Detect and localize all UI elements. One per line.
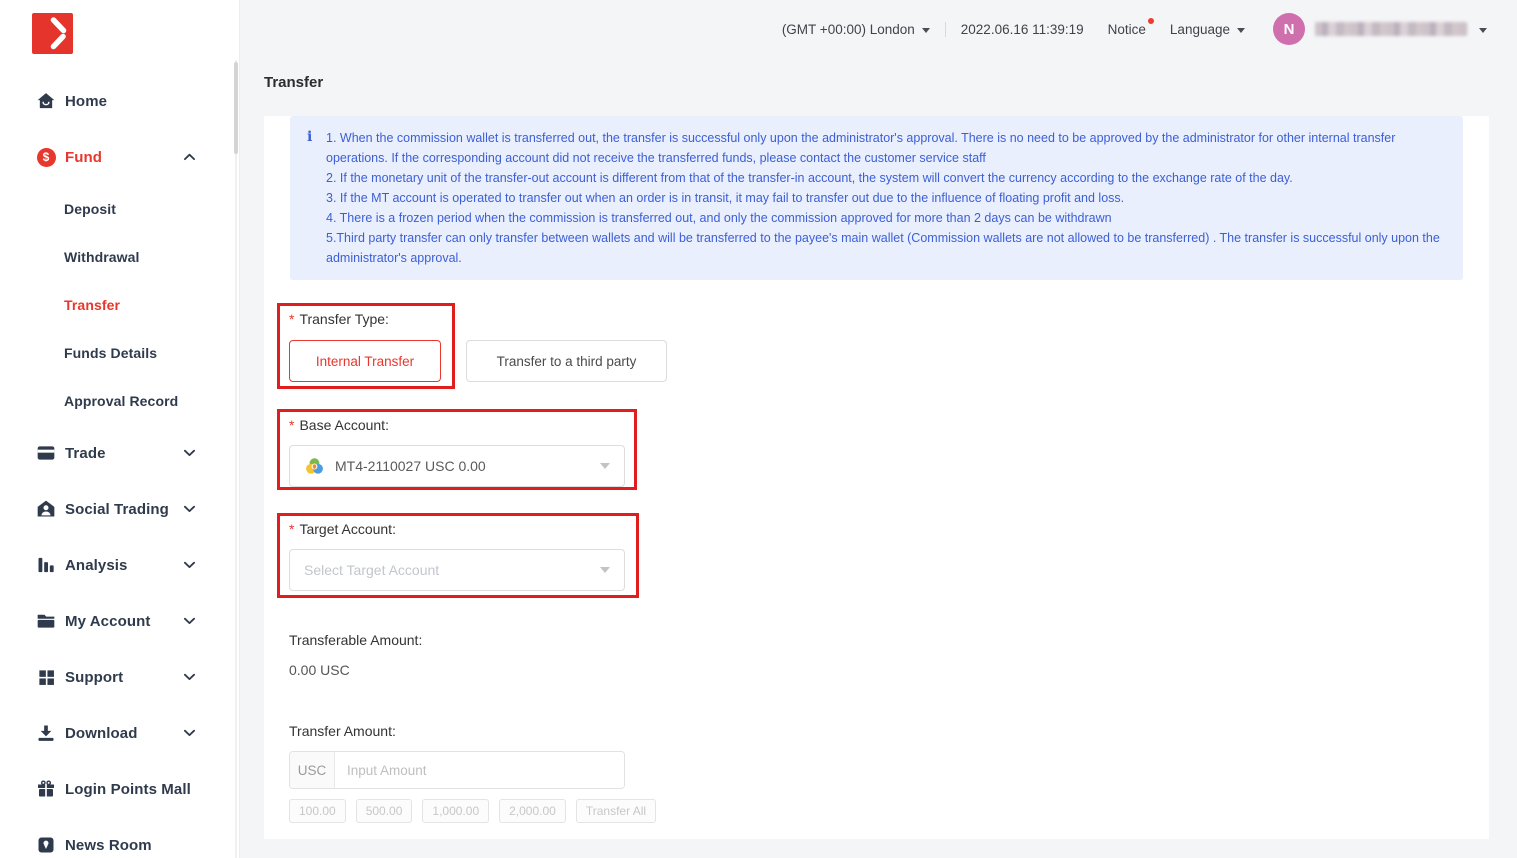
target-account-section: *Target Account: Select Target Account	[289, 521, 625, 591]
mt4-icon	[304, 456, 325, 477]
transfer-amount-label: Transfer Amount:	[289, 723, 656, 739]
notice-button[interactable]: Notice	[1108, 22, 1146, 37]
transfer-amount-section: Transfer Amount: USC 100.00 500.00 1,000…	[289, 723, 656, 823]
chevron-down-icon	[1479, 28, 1487, 33]
trade-icon	[36, 443, 56, 463]
sidebar-item-home[interactable]: Home	[0, 73, 239, 129]
chevron-down-icon	[600, 463, 610, 469]
base-account-section: *Base Account: MT4-2110027 USC 0.00	[289, 417, 625, 487]
target-account-placeholder: Select Target Account	[304, 562, 439, 578]
sidebar-item-login-points-mall[interactable]: Login Points Mall	[0, 761, 239, 817]
transfer-all-button[interactable]: Transfer All	[576, 799, 656, 823]
main-area: (GMT +00:00) London 2022.06.16 11:39:19 …	[240, 0, 1517, 858]
transferable-amount-label: Transferable Amount:	[289, 632, 422, 648]
timezone-selector[interactable]: (GMT +00:00) London	[782, 22, 930, 37]
analysis-icon	[36, 555, 56, 575]
quick-amount-button[interactable]: 1,000.00	[422, 799, 489, 823]
sidebar-item-withdrawal[interactable]: Withdrawal	[0, 233, 239, 281]
sidebar-item-support[interactable]: Support	[0, 649, 239, 705]
info-note: 2. If the monetary unit of the transfer-…	[326, 168, 1445, 188]
gift-icon	[36, 779, 56, 799]
chevron-down-icon	[184, 505, 195, 513]
sidebar-item-label: Home	[65, 93, 107, 110]
transfer-form: *Transfer Type: Internal Transfer Transf…	[264, 311, 1489, 823]
chevron-up-icon	[184, 153, 195, 161]
avatar[interactable]: N	[1273, 13, 1305, 45]
sidebar-item-transfer[interactable]: Transfer	[0, 281, 239, 329]
info-note: 5.Third party transfer can only transfer…	[326, 228, 1445, 268]
quick-amount-button[interactable]: 100.00	[289, 799, 346, 823]
target-account-label: *Target Account:	[289, 521, 625, 537]
sidebar-item-label: Fund	[65, 149, 102, 166]
timezone-label: (GMT +00:00) London	[782, 22, 915, 37]
language-label: Language	[1170, 22, 1230, 37]
transfer-card: i 1. When the commission wallet is trans…	[264, 116, 1489, 839]
base-account-select[interactable]: MT4-2110027 USC 0.00	[289, 445, 625, 487]
base-account-value: MT4-2110027 USC 0.00	[335, 458, 486, 474]
info-icon: i	[307, 129, 312, 145]
folder-icon	[36, 611, 56, 631]
info-box: i 1. When the commission wallet is trans…	[290, 116, 1463, 280]
currency-tag: USC	[290, 752, 335, 788]
quick-amounts-row: 100.00 500.00 1,000.00 2,000.00 Transfer…	[289, 799, 656, 823]
required-asterisk: *	[289, 417, 294, 433]
transfer-type-label: *Transfer Type:	[289, 311, 667, 327]
location-pin-icon	[36, 835, 56, 855]
info-note: 3. If the MT account is operated to tran…	[326, 188, 1445, 208]
sidebar-scrollbar-thumb[interactable]	[234, 62, 238, 154]
sidebar-item-deposit[interactable]: Deposit	[0, 185, 239, 233]
chevron-down-icon	[600, 567, 610, 573]
download-icon	[36, 723, 56, 743]
chevron-down-icon	[184, 673, 195, 681]
chevron-down-icon	[184, 729, 195, 737]
social-trading-icon	[36, 499, 56, 519]
sidebar-item-fund[interactable]: $ Fund	[0, 129, 239, 185]
sidebar-scrollbar-track	[235, 60, 237, 858]
required-asterisk: *	[289, 311, 294, 327]
notification-dot	[1148, 18, 1154, 24]
transfer-amount-input-group: USC	[289, 751, 625, 789]
sidebar-item-social-trading[interactable]: Social Trading	[0, 481, 239, 537]
info-note: 4. There is a frozen period when the com…	[326, 208, 1445, 228]
datetime-label: 2022.06.16 11:39:19	[961, 22, 1084, 37]
chevron-down-icon	[184, 561, 195, 569]
chevron-down-icon	[184, 449, 195, 457]
language-selector[interactable]: Language	[1170, 22, 1245, 37]
base-account-label: *Base Account:	[289, 417, 625, 433]
sidebar-item-news-room[interactable]: News Room	[0, 817, 239, 858]
fund-icon: $	[36, 147, 56, 167]
brand-logo-icon[interactable]	[32, 13, 73, 54]
transfer-type-section: *Transfer Type: Internal Transfer Transf…	[289, 311, 667, 382]
grid-icon	[36, 667, 56, 687]
sidebar-item-funds-details[interactable]: Funds Details	[0, 329, 239, 377]
amount-input[interactable]	[335, 752, 624, 788]
sidebar-item-analysis[interactable]: Analysis	[0, 537, 239, 593]
transferable-amount-value: 0.00 USC	[289, 662, 422, 678]
info-note: 1. When the commission wallet is transfe…	[326, 128, 1445, 168]
sidebar: Home $ Fund Deposit Withdrawal Transfer …	[0, 0, 240, 858]
notice-label: Notice	[1108, 22, 1146, 37]
sidebar-item-my-account[interactable]: My Account	[0, 593, 239, 649]
topbar: (GMT +00:00) London 2022.06.16 11:39:19 …	[240, 0, 1517, 58]
quick-amount-button[interactable]: 500.00	[356, 799, 413, 823]
sidebar-item-trade[interactable]: Trade	[0, 425, 239, 481]
divider	[945, 22, 946, 37]
quick-amount-button[interactable]: 2,000.00	[499, 799, 566, 823]
internal-transfer-button[interactable]: Internal Transfer	[289, 340, 441, 382]
transferable-amount-section: Transferable Amount: 0.00 USC	[289, 632, 422, 678]
sidebar-item-approval-record[interactable]: Approval Record	[0, 377, 239, 425]
username-blurred[interactable]	[1315, 22, 1467, 36]
target-account-select[interactable]: Select Target Account	[289, 549, 625, 591]
third-party-transfer-button[interactable]: Transfer to a third party	[466, 340, 667, 382]
required-asterisk: *	[289, 521, 294, 537]
sidebar-nav: Home $ Fund Deposit Withdrawal Transfer …	[0, 73, 239, 858]
home-icon	[36, 91, 56, 111]
chevron-down-icon	[922, 28, 930, 33]
page-title: Transfer	[264, 74, 1517, 91]
chevron-down-icon	[184, 617, 195, 625]
sidebar-item-download[interactable]: Download	[0, 705, 239, 761]
chevron-down-icon	[1237, 28, 1245, 33]
